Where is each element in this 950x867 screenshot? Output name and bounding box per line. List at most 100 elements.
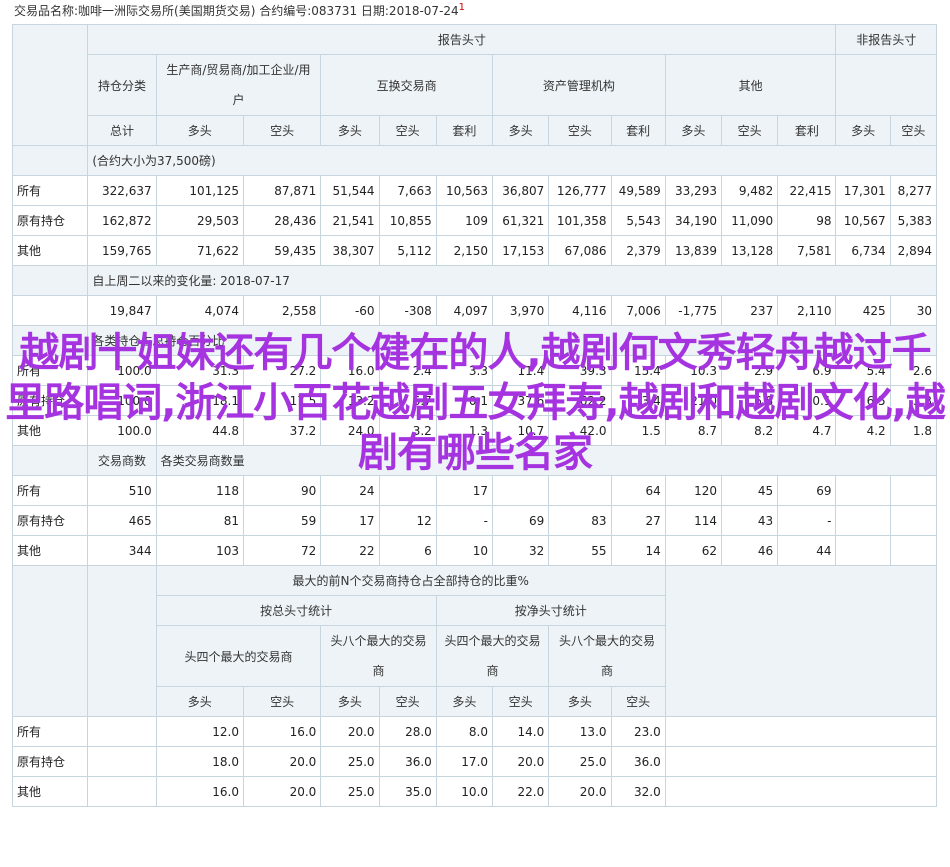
table-cell: 33,293 — [664, 175, 722, 206]
table-cell: 51,544 — [320, 175, 380, 206]
table-cell: 2,379 — [610, 235, 666, 266]
section-blank — [11, 145, 89, 176]
table-cell: 64 — [610, 475, 666, 506]
holding-class-header: 持仓分类 — [87, 54, 157, 116]
table-cell: 17.0 — [435, 746, 494, 777]
table-cell: 6 — [378, 535, 437, 566]
table-cell: 6.5 — [835, 385, 891, 416]
table-cell: 72 — [242, 535, 322, 566]
table-cell: 55 — [548, 535, 612, 566]
table-cell: 13,839 — [664, 235, 722, 266]
table-cell: 23.0 — [610, 716, 666, 747]
table-cell: 62 — [664, 535, 722, 566]
top8-net: 头八个最大的交易商 — [548, 625, 666, 687]
table-cell: 45 — [720, 475, 779, 506]
table-row: 其他 100.0 44.8 37.2 24.0 3.2 1.3 10.7 42.0 1.5 8.7 8… — [11, 415, 938, 446]
table-cell: 16.0 — [320, 355, 380, 386]
section-blank — [11, 265, 89, 296]
table-cell: 27 — [610, 505, 666, 536]
table-row: 原有持仓 162,872 29,503 28,436 21,541 10,855 109 61… — [11, 205, 938, 236]
table-cell: 10.7 — [492, 415, 550, 446]
table-row: 所有 510 118 90 24 17 64 120 45 69 — [11, 475, 938, 506]
group-nonreport-blank — [835, 54, 937, 116]
table-cell: 62.2 — [548, 385, 612, 416]
table-cell: 16.0 — [242, 716, 322, 747]
table-cell: 9,482 — [720, 175, 779, 206]
section-blank — [11, 445, 89, 476]
table-cell: 25.0 — [320, 746, 380, 777]
table-cell: 16.0 — [155, 776, 244, 807]
table-cell: 8.0 — [435, 716, 494, 747]
table-cell: 34,190 — [664, 205, 722, 236]
table-cell: 2,558 — [242, 295, 322, 326]
table-cell: 237 — [720, 295, 779, 326]
table-cell: 2,150 — [435, 235, 494, 266]
table-cell: 4.2 — [835, 415, 891, 446]
table-cell — [889, 535, 938, 566]
table-row: 其他 159,765 71,622 59,435 38,307 5,112 2,150 17,… — [11, 235, 938, 266]
table-cell: -308 — [378, 295, 437, 326]
corner-cell — [11, 24, 89, 146]
table-row: 所有 12.0 16.0 20.0 28.0 8.0 14.0 13.0 23.0 — [11, 716, 938, 747]
table-row: 原有持仓 465 81 59 17 12-69 83 27 114 43- — [11, 505, 938, 536]
table-cell: 69 — [492, 505, 550, 536]
row-label: 所有 — [11, 175, 89, 206]
report-header-text: 交易品名称:咖啡一洲际交易所(美国期货交易) 合约编号:083731 日期:20… — [14, 4, 459, 18]
empty-cell — [664, 776, 938, 807]
table-cell: 322,637 — [87, 175, 157, 206]
table-cell: 90 — [242, 475, 322, 506]
table-cell: 21,541 — [320, 205, 380, 236]
top4-net: 头四个最大的交易商 — [435, 625, 550, 687]
table-cell: 5,543 — [610, 205, 666, 236]
corner-cell — [87, 565, 157, 717]
table-cell: 20.0 — [242, 776, 322, 807]
section-title: (合约大小为37,500磅) — [87, 145, 937, 176]
empty-cell — [664, 746, 938, 777]
empty-cell — [87, 746, 157, 777]
section-change: 自上周二以来的变化量: 2018-07-17 — [11, 265, 937, 296]
table-cell: 14 — [610, 535, 666, 566]
table-cell: 83 — [548, 505, 612, 536]
section-percent: 各类持仓占总持仓百分比 — [11, 325, 937, 356]
table-cell — [835, 505, 891, 536]
table-cell: 20.0 — [320, 716, 380, 747]
table-row: 原有持仓 100.0 18.1 17.5 13.2 6.7 0.1 37.6 62.2 3.4 21… — [11, 385, 938, 416]
table-cell: 31.3 — [155, 355, 244, 386]
sub-long: 多头 — [155, 686, 244, 717]
table-cell: 32 — [492, 535, 550, 566]
table-cell: 28,436 — [242, 205, 322, 236]
table-cell: 100.0 — [87, 385, 157, 416]
empty-cell — [87, 776, 157, 807]
table-cell: 18.1 — [155, 385, 244, 416]
table-cell: 10,563 — [435, 175, 494, 206]
table-cell: 17 — [435, 475, 494, 506]
table-cell: 10,855 — [378, 205, 437, 236]
corner-cell — [11, 565, 89, 717]
table-row: 所有 322,637 101,125 87,871 51,544 7,663 10,563 3… — [11, 175, 938, 206]
table-cell: 3.2 — [378, 415, 437, 446]
table-cell: 17,153 — [492, 235, 550, 266]
table-cell — [492, 475, 550, 506]
table-cell: 46 — [720, 535, 779, 566]
sub-long: 多头 — [492, 115, 550, 146]
table-cell: 22,415 — [777, 175, 837, 206]
group-producer: 生产商/贸易商/加工企业/用户 — [155, 54, 322, 116]
table-cell: 2.9 — [720, 355, 779, 386]
table-cell: 120 — [664, 475, 722, 506]
sub-spread: 套利 — [610, 115, 666, 146]
table-cell: 44.8 — [155, 415, 244, 446]
header-row-groups: 持仓分类 生产商/贸易商/加工企业/用户 互换交易商 资产管理机构 其他 — [13, 54, 937, 116]
row-label: 原有持仓 — [11, 385, 89, 416]
top8-gross: 头八个最大的交易商 — [320, 625, 437, 687]
trader-count-label: 交易商数 — [87, 445, 157, 476]
table-cell: 17,301 — [835, 175, 891, 206]
row-label: 所有 — [11, 355, 89, 386]
table-cell: 14.0 — [492, 716, 550, 747]
cot-report-table: 报告头寸 非报告头寸 持仓分类 生产商/贸易商/加工企业/用户 互换交易商 资产… — [11, 24, 938, 807]
table-cell: 25.0 — [548, 746, 612, 777]
sub-short: 空头 — [610, 686, 666, 717]
table-cell: 29,503 — [155, 205, 244, 236]
table-cell: 1.3 — [435, 415, 494, 446]
table-cell: - — [435, 505, 494, 536]
table-cell: 10,567 — [835, 205, 891, 236]
